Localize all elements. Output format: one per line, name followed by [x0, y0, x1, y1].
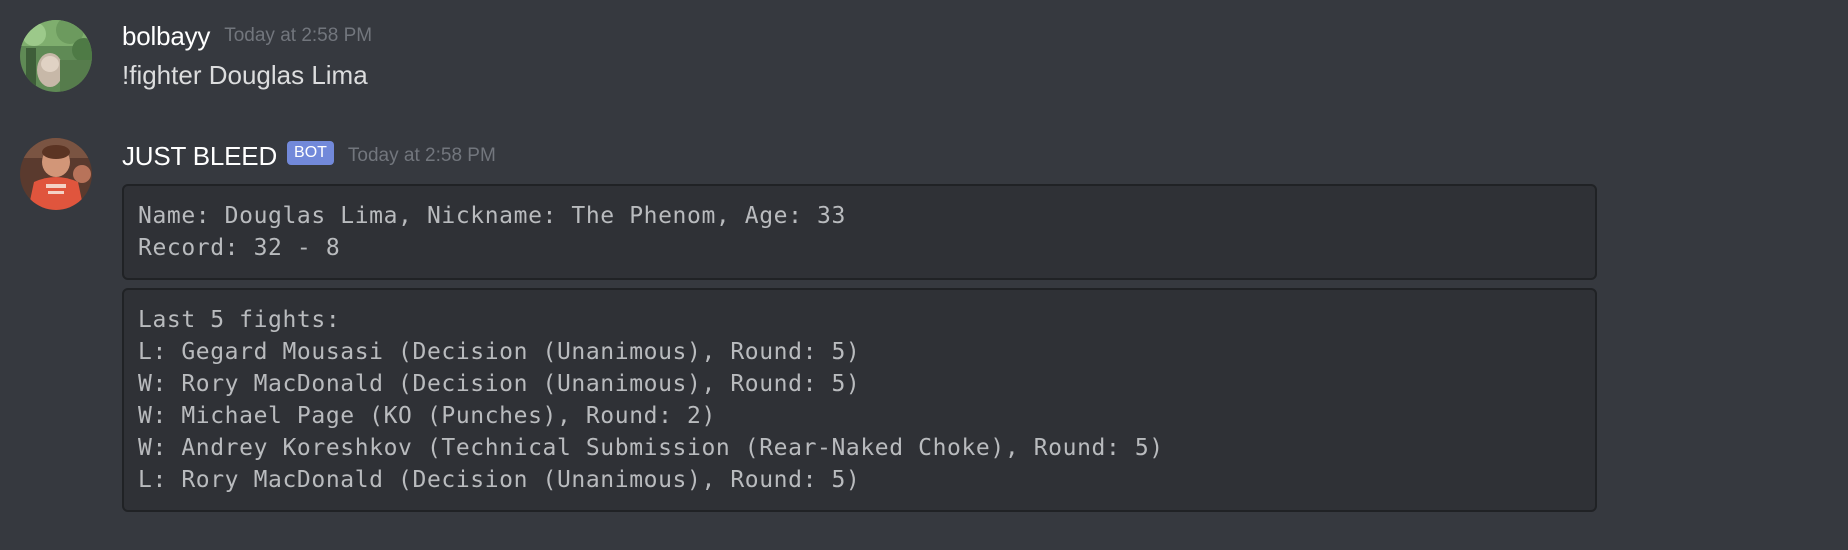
- code-line: L: Gegard Mousasi (Decision (Unanimous),…: [138, 339, 861, 365]
- code-line: Record: 32 - 8: [138, 235, 341, 261]
- message-header: JUST BLEED BOT Today at 2:58 PM: [122, 139, 496, 173]
- timestamp[interactable]: Today at 2:58 PM: [224, 25, 372, 47]
- username[interactable]: bolbayy: [122, 21, 210, 52]
- code-line: L: Rory MacDonald (Decision (Unanimous),…: [138, 467, 861, 493]
- bot-avatar[interactable]: [20, 138, 92, 210]
- timestamp[interactable]: Today at 2:58 PM: [348, 145, 496, 167]
- code-line: W: Andrey Koreshkov (Technical Submissio…: [138, 435, 1164, 461]
- code-line: W: Rory MacDonald (Decision (Unanimous),…: [138, 371, 861, 397]
- code-line: Last 5 fights:: [138, 307, 341, 333]
- user-avatar[interactable]: [20, 20, 92, 92]
- code-line: Name: Douglas Lima, Nickname: The Phenom…: [138, 203, 846, 229]
- bot-tag: BOT: [287, 141, 334, 165]
- bot-avatar-image: [20, 138, 92, 210]
- message-content: !fighter Douglas Lima: [122, 60, 368, 90]
- username[interactable]: JUST BLEED: [122, 141, 277, 172]
- user-avatar-image: [20, 20, 92, 92]
- message-header: bolbayy Today at 2:58 PM: [122, 19, 372, 53]
- codeblock-last-fights: Last 5 fights: L: Gegard Mousasi (Decisi…: [122, 288, 1597, 512]
- codeblock-fighter-info: Name: Douglas Lima, Nickname: The Phenom…: [122, 184, 1597, 280]
- code-line: W: Michael Page (KO (Punches), Round: 2): [138, 403, 716, 429]
